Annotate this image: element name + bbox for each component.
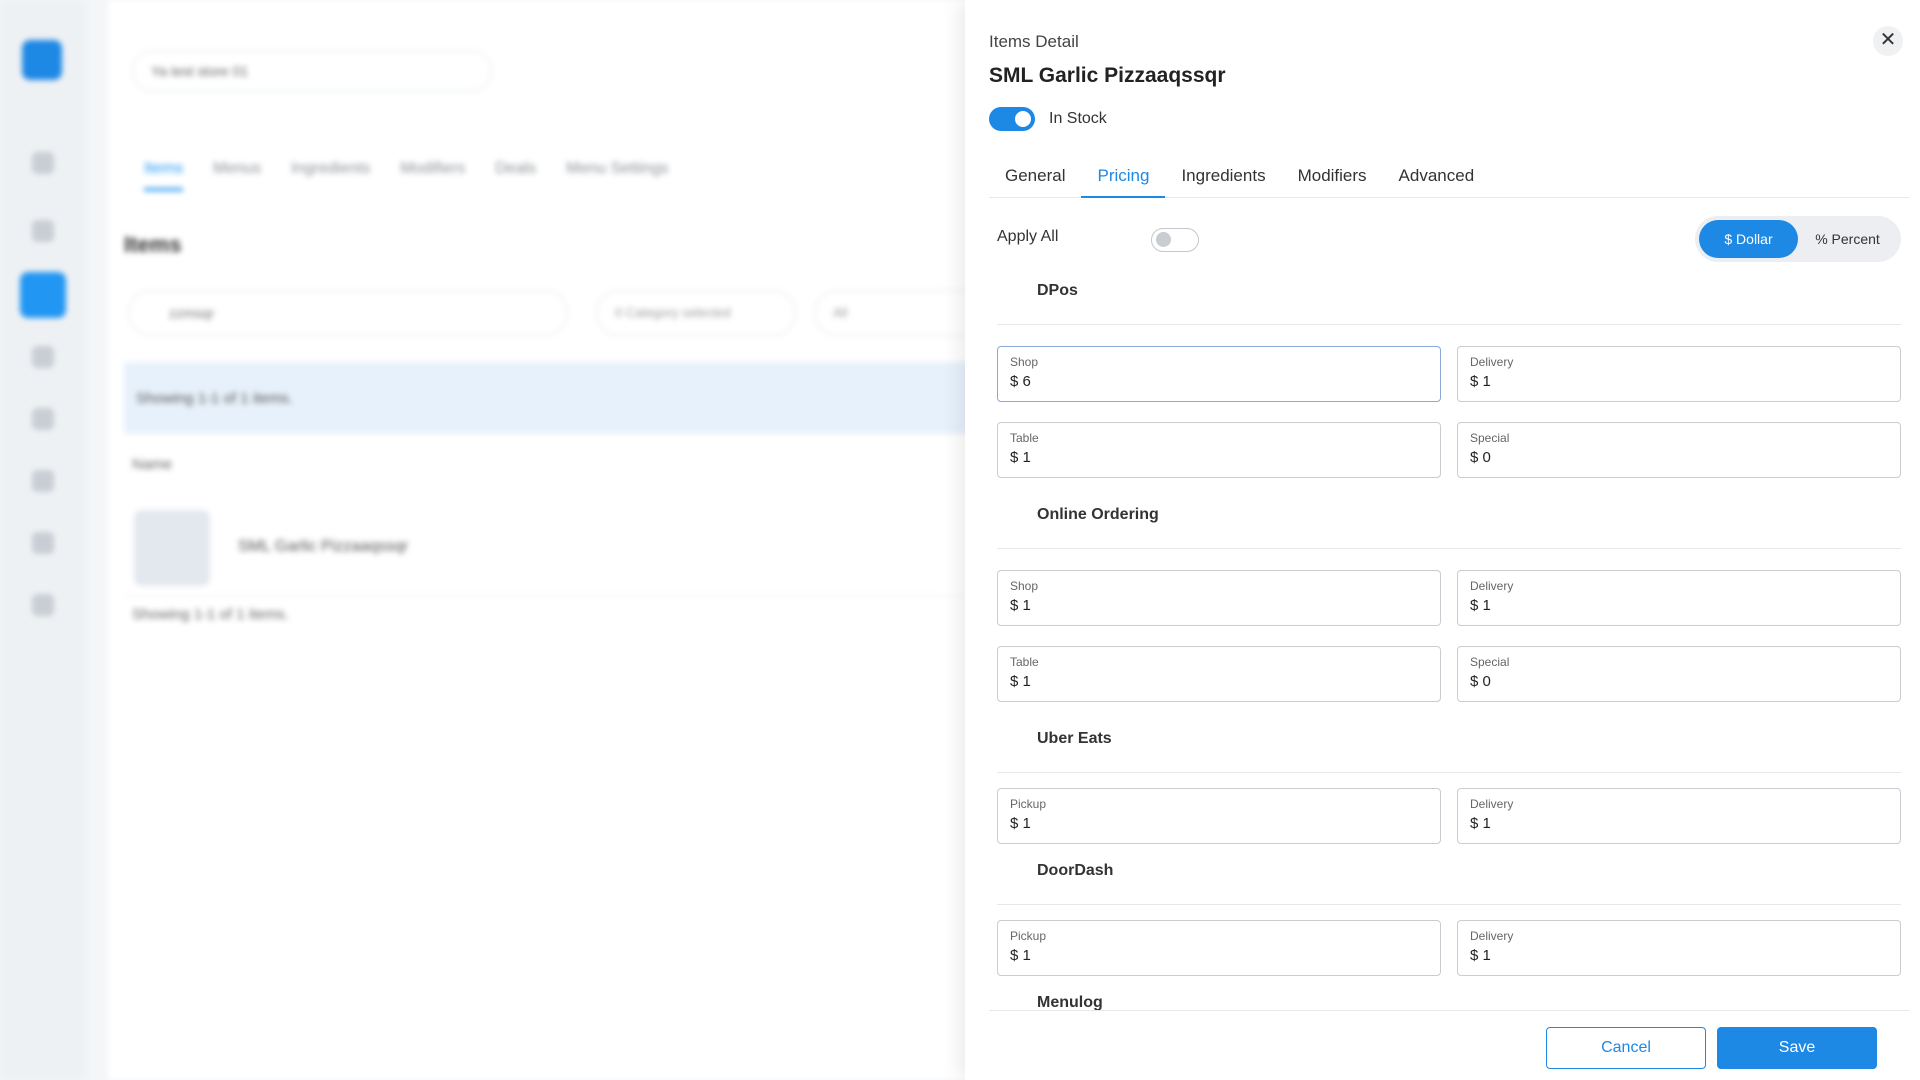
field-value: $ 1	[1010, 673, 1031, 690]
field-value: $ 0	[1470, 673, 1491, 690]
field-value: $ 1	[1010, 597, 1031, 614]
field-label: Delivery	[1470, 797, 1514, 811]
field-value: $ 1	[1010, 947, 1031, 964]
field-value: $ 1	[1470, 597, 1491, 614]
field-label: Delivery	[1470, 929, 1514, 943]
field-label: Special	[1470, 431, 1510, 445]
uber-delivery-field[interactable]: Delivery $ 1	[1457, 788, 1901, 844]
items-detail-drawer: ✕ Items Detail SML Garlic Pizzaaqssqr In…	[965, 0, 1920, 1080]
drawer-caption: Items Detail	[989, 32, 1079, 51]
divider	[997, 324, 1901, 325]
table-row: SML Garlic Pizzaaqssqr	[124, 500, 1024, 596]
bg-tab-ingredients: Ingredients	[291, 160, 371, 177]
field-label: Delivery	[1470, 355, 1514, 369]
field-value: $ 1	[1010, 449, 1031, 466]
online-table-field[interactable]: Table $ 1	[997, 646, 1441, 702]
tab-modifiers[interactable]: Modifiers	[1282, 160, 1383, 198]
bg-tab-menus: Menus	[213, 160, 262, 177]
dpos-table-field[interactable]: Table $ 1	[997, 422, 1441, 478]
bg-search-input: zzmsqr	[128, 290, 568, 336]
item-thumbnail	[134, 510, 210, 586]
reports-icon	[32, 408, 54, 430]
apply-all-row: Apply All $ Dollar % Percent	[997, 206, 1901, 262]
online-special-field[interactable]: Special $ 0	[1457, 646, 1901, 702]
bg-heading: Items	[124, 232, 182, 257]
divider	[997, 548, 1901, 549]
dashboard-icon	[32, 152, 54, 174]
uber-pickup-field[interactable]: Pickup $ 1	[997, 788, 1441, 844]
detail-tabs: General Pricing Ingredients Modifiers Ad…	[989, 160, 1909, 198]
apply-all-label: Apply All	[997, 228, 1059, 245]
menu-icon	[20, 272, 66, 318]
bg-showing-text: Showing 1-1 of 1 items.	[124, 362, 1024, 434]
dpos-special-field[interactable]: Special $ 0	[1457, 422, 1901, 478]
field-value: $ 6	[1010, 373, 1031, 390]
orders-icon	[32, 220, 54, 242]
drawer-footer: Cancel Save	[989, 1010, 1909, 1080]
bg-tab-modifiers: Modifiers	[400, 160, 466, 177]
tab-ingredients[interactable]: Ingredients	[1165, 160, 1281, 198]
field-value: $ 1	[1470, 815, 1491, 832]
in-stock-row: In Stock	[989, 107, 1107, 131]
field-label: Table	[1010, 431, 1039, 445]
settings-icon	[32, 594, 54, 616]
cancel-button[interactable]: Cancel	[1546, 1027, 1706, 1069]
bg-row-name: SML Garlic Pizzaaqssqr	[238, 538, 409, 555]
field-value: $ 1	[1470, 373, 1491, 390]
field-label: Pickup	[1010, 797, 1047, 811]
online-shop-field[interactable]: Shop $ 1	[997, 570, 1441, 626]
section-title: DPos	[1037, 282, 1078, 299]
bg-category-filter: 0 Category selected	[596, 290, 796, 336]
store-select: Ya test store 01	[132, 50, 492, 92]
section-title: Online Ordering	[1037, 506, 1159, 523]
field-label: Table	[1010, 655, 1039, 669]
edit-icon	[32, 532, 54, 554]
dollar-mode-button[interactable]: $ Dollar	[1699, 220, 1798, 258]
nav-rail	[0, 0, 86, 1080]
close-icon[interactable]: ✕	[1873, 26, 1903, 56]
app-logo	[22, 40, 62, 80]
toggle-knob	[1015, 111, 1031, 127]
online-delivery-field[interactable]: Delivery $ 1	[1457, 570, 1901, 626]
doordash-pickup-field[interactable]: Pickup $ 1	[997, 920, 1441, 976]
in-stock-label: In Stock	[1049, 110, 1107, 127]
tab-advanced[interactable]: Advanced	[1383, 160, 1491, 198]
field-label: Pickup	[1010, 929, 1047, 943]
dpos-shop-field[interactable]: Shop $ 6	[997, 346, 1441, 402]
field-label: Shop	[1010, 579, 1039, 593]
tab-general[interactable]: General	[989, 160, 1081, 198]
price-mode-switch: $ Dollar % Percent	[1695, 216, 1901, 262]
divider	[997, 904, 1901, 905]
apply-all-toggle[interactable]	[1151, 228, 1199, 252]
tab-pricing[interactable]: Pricing	[1081, 160, 1166, 198]
marketing-icon	[32, 470, 54, 492]
field-label: Shop	[1010, 355, 1039, 369]
field-label: Delivery	[1470, 579, 1514, 593]
pricing-content: Apply All $ Dollar % Percent DPos Shop $…	[989, 206, 1909, 1010]
section-title: Uber Eats	[1037, 730, 1112, 747]
field-value: $ 1	[1010, 815, 1031, 832]
section-title: DoorDash	[1037, 862, 1114, 879]
in-stock-toggle[interactable]	[989, 107, 1035, 131]
background-tabs: Items Menus Ingredients Modifiers Deals …	[144, 160, 668, 191]
section-title: Menulog	[1037, 994, 1103, 1010]
percent-mode-button[interactable]: % Percent	[1798, 220, 1897, 258]
bg-tab-items: Items	[144, 160, 184, 191]
field-label: Special	[1470, 655, 1510, 669]
save-button[interactable]: Save	[1717, 1027, 1877, 1069]
divider	[997, 772, 1901, 773]
bg-column-name: Name	[132, 456, 173, 473]
bg-tab-menu-settings: Menu Settings	[566, 160, 669, 177]
customers-icon	[32, 346, 54, 368]
bg-tab-deals: Deals	[495, 160, 537, 177]
toggle-knob	[1156, 232, 1171, 247]
field-value: $ 1	[1470, 947, 1491, 964]
item-title: SML Garlic Pizzaaqssqr	[989, 64, 1226, 87]
dpos-delivery-field[interactable]: Delivery $ 1	[1457, 346, 1901, 402]
doordash-delivery-field[interactable]: Delivery $ 1	[1457, 920, 1901, 976]
field-value: $ 0	[1470, 449, 1491, 466]
bg-footer-text: Showing 1-1 of 1 items.	[132, 606, 289, 623]
